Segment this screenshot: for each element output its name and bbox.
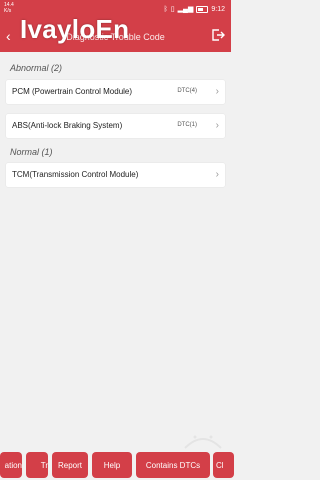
battery-icon <box>196 5 209 13</box>
chevron-right-icon: › <box>215 86 219 97</box>
toolbar-button-information[interactable]: ation <box>0 452 22 478</box>
clock: 9:12 <box>211 5 225 13</box>
toolbar-button-report[interactable]: Report <box>52 452 88 478</box>
list-item-abs[interactable]: ABS(Anti-lock Braking System) DTC(1) › <box>6 114 225 138</box>
chevron-right-icon: › <box>215 120 219 131</box>
list-item-pcm[interactable]: PCM (Powertrain Control Module) DTC(4) › <box>6 80 225 104</box>
toolbar-button-contains-dtcs[interactable]: Contains DTCs <box>136 452 210 478</box>
module-name: TCM(Transmission Control Module) <box>12 170 139 179</box>
toolbar-button-clear[interactable]: Cl <box>213 452 234 478</box>
module-name: PCM (Powertrain Control Module) <box>12 87 133 96</box>
status-icons: ᛒ ▯ ▂▄▆ 9:12 <box>164 5 225 13</box>
signal-icon: ▂▄▆ <box>177 6 194 13</box>
watermark-text: IvayloEn <box>20 14 130 44</box>
bottom-toolbar: ation Tr Report Help Contains DTCs Cl <box>0 450 234 480</box>
dtc-count: DTC(1) <box>177 122 197 128</box>
abnormal-section-label: Abnormal (2) <box>10 63 63 73</box>
network-speed-unit: K/s <box>4 8 12 14</box>
exit-icon[interactable] <box>211 28 225 42</box>
toolbar-button-help[interactable]: Help <box>92 452 132 478</box>
toolbar-button-tr[interactable]: Tr <box>26 452 48 478</box>
chevron-right-icon: › <box>215 169 219 180</box>
list-item-tcm[interactable]: TCM(Transmission Control Module) › <box>6 163 225 187</box>
normal-section-label: Normal (1) <box>10 147 53 157</box>
dtc-count: DTC(4) <box>177 88 197 94</box>
bluetooth-icon: ᛒ <box>163 5 168 13</box>
network-speed: 14.4 K/s <box>4 2 14 14</box>
module-name: ABS(Anti-lock Braking System) <box>12 121 123 130</box>
vibrate-icon: ▯ <box>170 6 175 13</box>
